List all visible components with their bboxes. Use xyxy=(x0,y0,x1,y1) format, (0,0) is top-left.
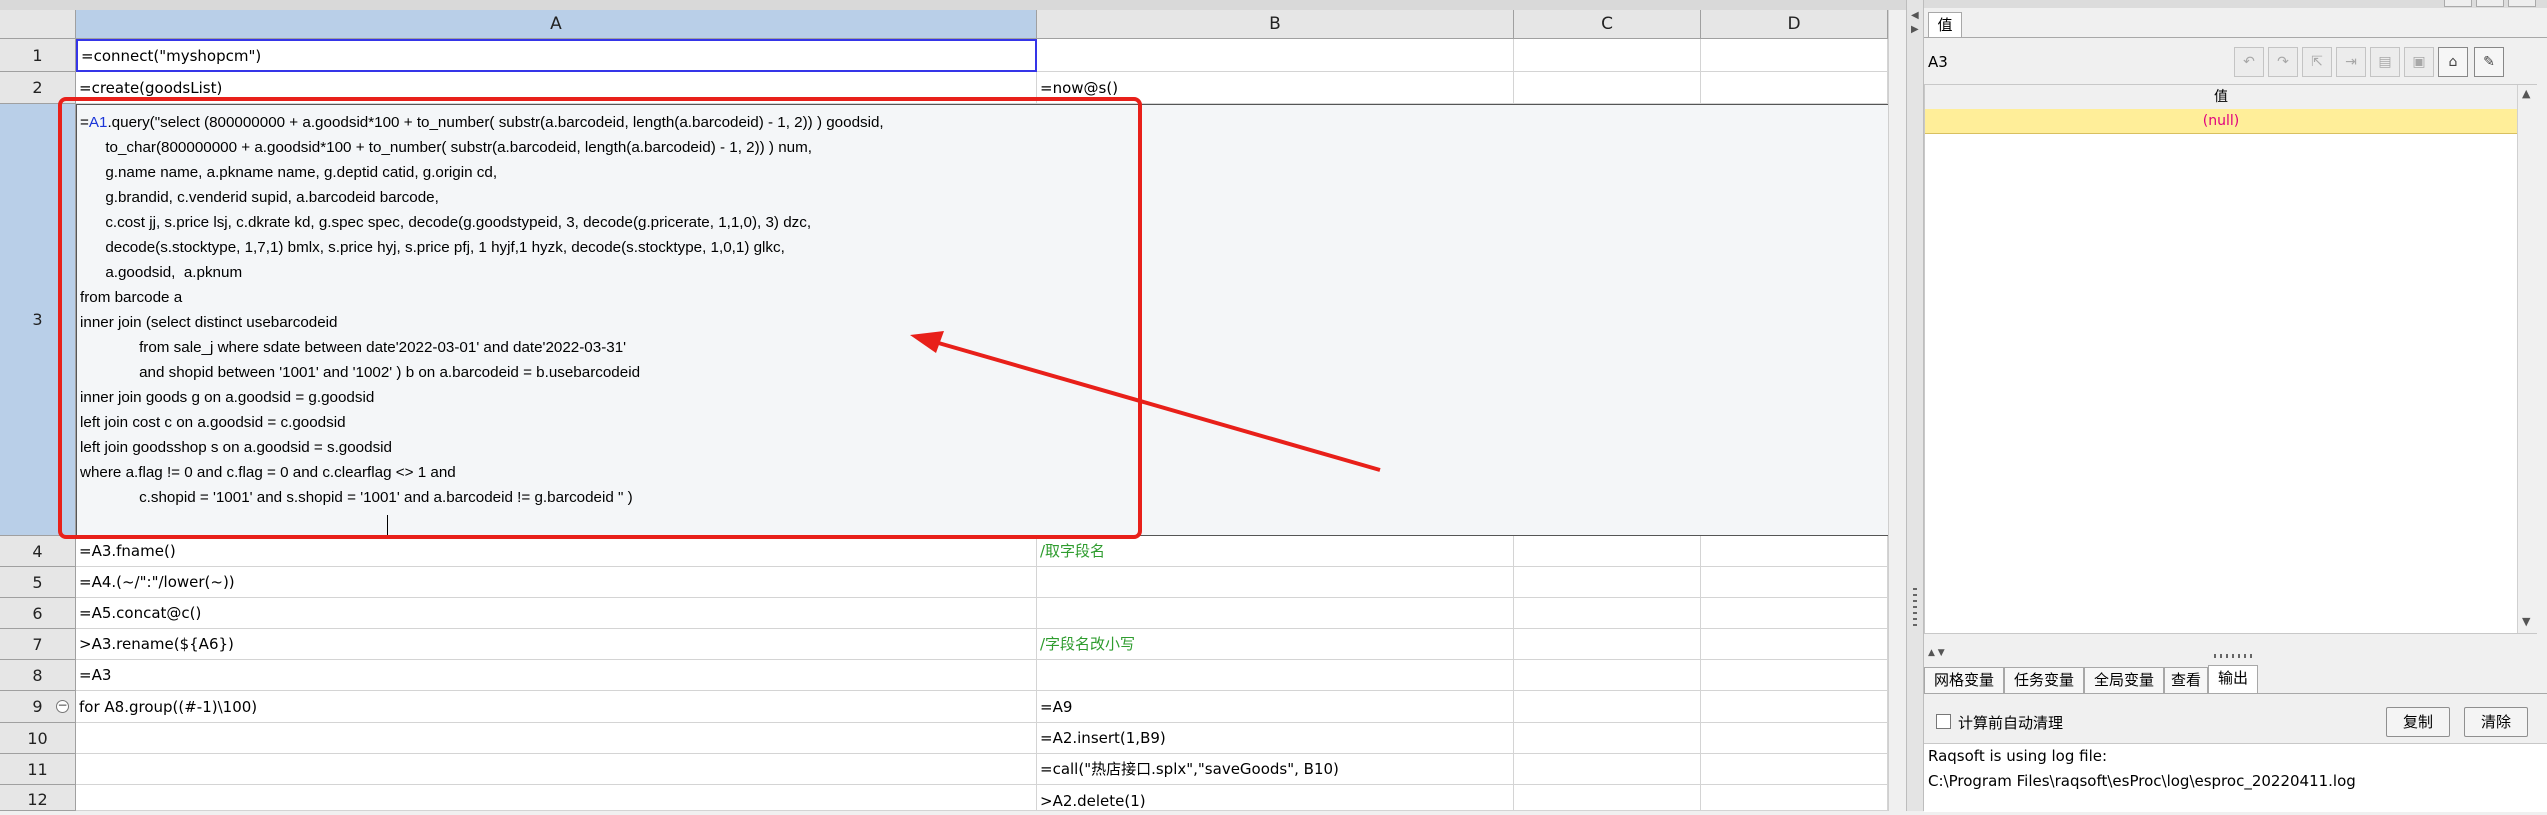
lock-icon[interactable]: ⌂ xyxy=(2438,47,2468,77)
value-column-header[interactable]: 值 xyxy=(1925,85,2517,110)
copy-button[interactable]: 复制 xyxy=(2386,707,2450,737)
annotation-arrow-head xyxy=(910,331,944,353)
auto-clear-label: 计算前自动清理 xyxy=(1958,714,2064,732)
tool-icon-6[interactable]: ▣ xyxy=(2404,47,2434,77)
auto-clear-checkbox[interactable] xyxy=(1936,714,1951,729)
panel-splitter[interactable]: ◀ ▶ xyxy=(1906,0,1924,811)
log-line: C:\Program Files\raqsoft\esProc\log\espr… xyxy=(1928,772,2356,790)
collapse-right-icon[interactable]: ▶ xyxy=(1911,24,1919,35)
undo-icon[interactable]: ↶ xyxy=(2234,47,2264,77)
scroll-down-icon[interactable]: ▼ xyxy=(2522,615,2530,628)
tool-icon-3[interactable]: ⇱ xyxy=(2302,47,2332,77)
log-line: Raqsoft is using log file: xyxy=(1928,747,2108,765)
window-control-2[interactable] xyxy=(2476,0,2504,7)
value-table[interactable]: 值 (null) ▲ ▼ xyxy=(1924,84,2537,634)
tab-view[interactable]: 查看 xyxy=(2164,667,2208,694)
bottom-tab-line xyxy=(1924,693,2547,694)
value-table-scrollbar[interactable]: ▲ ▼ xyxy=(2517,85,2537,633)
tab-output[interactable]: 输出 xyxy=(2208,665,2258,694)
redo-icon[interactable]: ↷ xyxy=(2268,47,2298,77)
output-log[interactable]: Raqsoft is using log file: C:\Program Fi… xyxy=(1924,743,2547,812)
window-control-3[interactable] xyxy=(2508,0,2536,7)
tab-value[interactable]: 值 xyxy=(1928,12,1962,38)
value-row[interactable]: (null) xyxy=(1925,109,2517,134)
tab-strip-line xyxy=(1924,37,2547,38)
annotation-box xyxy=(58,97,1142,539)
clear-button[interactable]: 清除 xyxy=(2464,707,2528,737)
pin-icon[interactable]: ✎ xyxy=(2474,47,2504,77)
annotation-overlay xyxy=(58,97,1381,539)
right-panel: 值 A3 ↶ ↷ ⇱ ⇥ ▤ ▣ ⌂ ✎ 值 (null) ▲ ▼ ▲ ▼ 网格… xyxy=(1924,0,2547,812)
tool-icon-5[interactable]: ▤ xyxy=(2370,47,2400,77)
collapse-left-icon[interactable]: ◀ xyxy=(1911,10,1919,21)
tab-task-variables[interactable]: 任务变量 xyxy=(2004,667,2084,694)
splitter-grip-icon[interactable] xyxy=(1913,588,1917,628)
tab-global-variables[interactable]: 全局变量 xyxy=(2084,667,2164,694)
spreadsheet-grid[interactable]: A B C D 1 2 3 4 5 6 7 8 9 − 10 11 12 =co… xyxy=(0,0,1907,811)
window-control-1[interactable] xyxy=(2444,0,2472,7)
divider-arrows-icon[interactable]: ▲ ▼ xyxy=(1928,648,1945,658)
tool-icon-4[interactable]: ⇥ xyxy=(2336,47,2366,77)
panel-divider-grip-icon[interactable] xyxy=(2214,654,2254,658)
annotation-arrow-line xyxy=(934,340,1381,472)
scroll-up-icon[interactable]: ▲ xyxy=(2522,87,2530,100)
cell-name-label: A3 xyxy=(1928,53,1948,71)
tab-grid-variables[interactable]: 网格变量 xyxy=(1924,667,2004,694)
